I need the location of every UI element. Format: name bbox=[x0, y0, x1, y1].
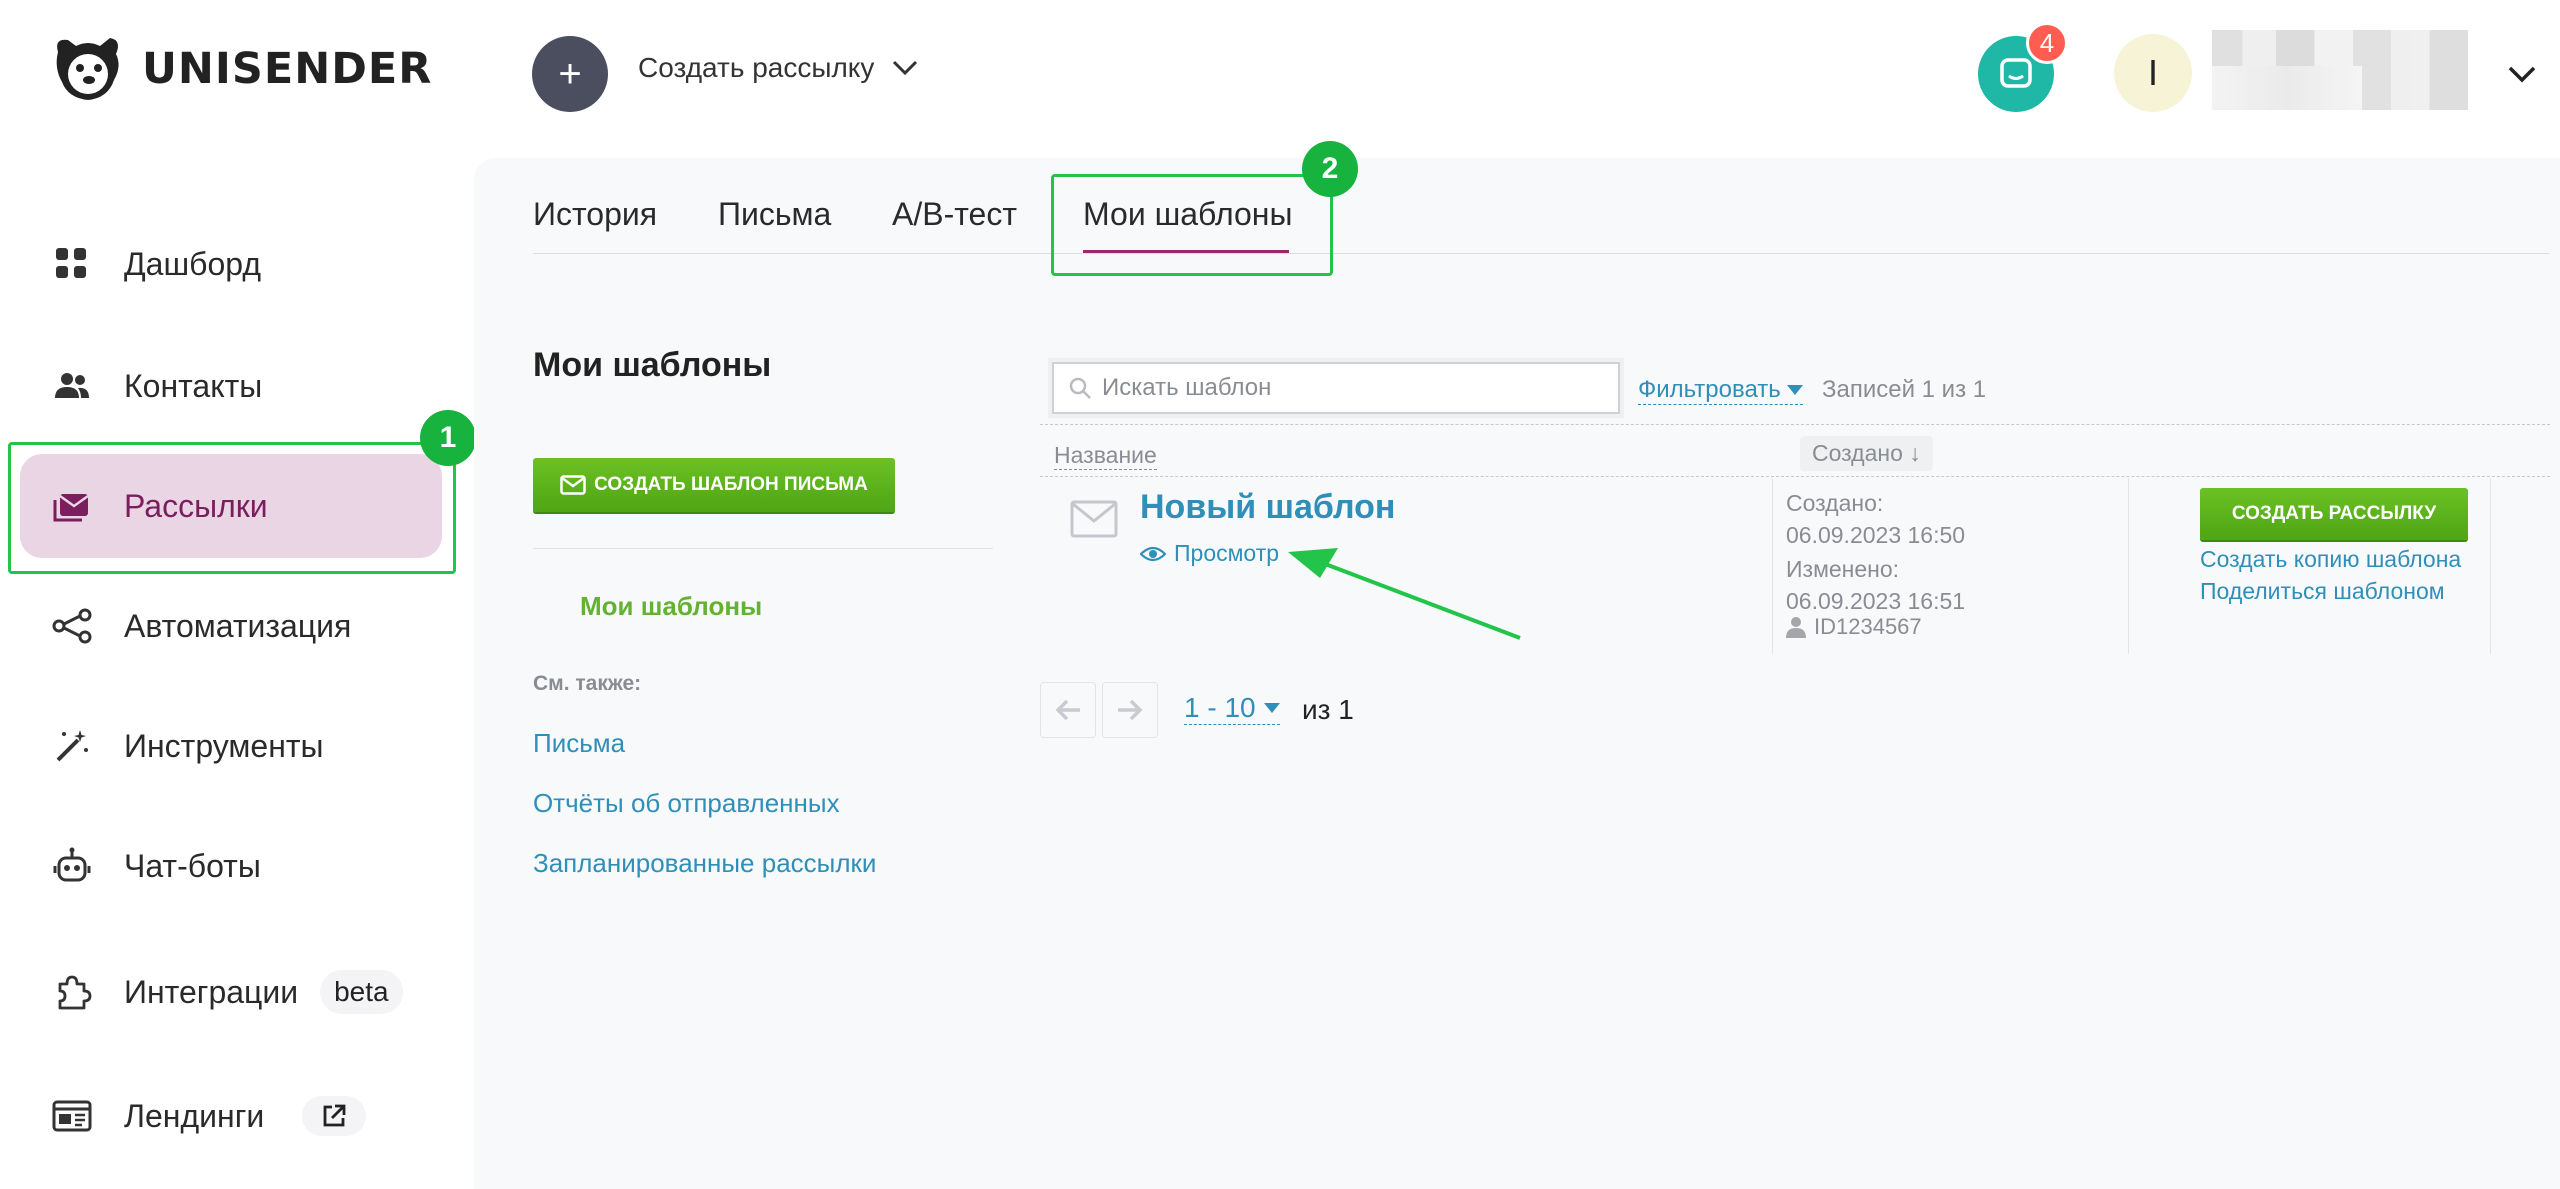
chat-icon bbox=[2000, 58, 2032, 88]
pager-prev-button[interactable] bbox=[1040, 682, 1096, 738]
sidebar-item-dashboard[interactable]: Дашборд bbox=[20, 212, 442, 316]
create-mailing-label: Создать рассылку bbox=[638, 52, 875, 83]
sidebar-item-contacts[interactable]: Контакты bbox=[20, 334, 442, 438]
table-top-line bbox=[1040, 424, 2550, 425]
tab-my-templates[interactable]: Мои шаблоны bbox=[1083, 196, 1292, 233]
preview-link[interactable]: Просмотр bbox=[1140, 540, 1279, 567]
left-divider bbox=[533, 548, 993, 549]
created-label: Создано: bbox=[1786, 490, 1884, 516]
caret-down-icon bbox=[1263, 703, 1280, 713]
table-header-line bbox=[1040, 476, 2550, 477]
notification-badge: 4 bbox=[2026, 22, 2068, 64]
dog-logo-icon bbox=[56, 38, 119, 100]
sidebar-item-chatbots[interactable]: Чат-боты bbox=[20, 814, 442, 918]
magic-wand-icon bbox=[56, 730, 88, 762]
template-envelope-icon bbox=[1070, 500, 1118, 538]
landing-icon bbox=[52, 1100, 92, 1132]
see-also-link-scheduled[interactable]: Запланированные рассылки bbox=[533, 848, 876, 879]
content-panel bbox=[474, 158, 2560, 1189]
column-header-created[interactable]: Создано ↓ bbox=[1800, 436, 1933, 471]
plus-icon: + bbox=[558, 51, 582, 96]
mailings-icon bbox=[53, 494, 89, 522]
page-size-dropdown[interactable]: 1 - 10 bbox=[1184, 692, 1280, 725]
row-separator bbox=[2128, 478, 2129, 654]
search-icon bbox=[1069, 377, 1091, 399]
preview-label: Просмотр bbox=[1174, 540, 1280, 566]
tab-letters[interactable]: Письма bbox=[718, 196, 831, 233]
sidebar-item-label: Автоматизация bbox=[124, 607, 352, 644]
sidebar-item-tools[interactable]: Инструменты bbox=[20, 694, 442, 798]
sidebar-item-label: Чат-боты bbox=[124, 847, 261, 884]
contacts-icon bbox=[55, 373, 89, 398]
search-input[interactable] bbox=[1102, 374, 1602, 402]
filter-label: Фильтровать bbox=[1638, 376, 1781, 403]
sidebar-item-automation[interactable]: Автоматизация bbox=[20, 574, 442, 678]
modified-label: Изменено: bbox=[1786, 556, 1900, 582]
sidebar-item-integrations[interactable]: Интеграции beta bbox=[20, 940, 442, 1044]
see-also-link-reports[interactable]: Отчёты об отправленных bbox=[533, 788, 840, 819]
user-icon bbox=[1786, 617, 1806, 638]
sidebar-item-landings[interactable]: Лендинги bbox=[20, 1064, 442, 1168]
automation-icon bbox=[52, 608, 92, 644]
tab-history[interactable]: История bbox=[533, 196, 657, 233]
sidebar-item-label: Контакты bbox=[124, 367, 263, 404]
create-template-label: СОЗДАТЬ ШАБЛОН ПИСЬМА bbox=[594, 474, 868, 495]
column-header-name[interactable]: Название bbox=[1054, 442, 1157, 470]
row-separator bbox=[2490, 478, 2491, 654]
active-tab-underline bbox=[1083, 250, 1289, 253]
filter-dropdown[interactable]: Фильтровать bbox=[1638, 376, 1803, 405]
row-separator bbox=[1772, 478, 1773, 654]
pager-next-button[interactable] bbox=[1102, 682, 1158, 738]
tabs-divider bbox=[533, 253, 2549, 254]
sidebar-item-label: Дашборд bbox=[124, 245, 261, 282]
puzzle-icon bbox=[58, 975, 92, 1010]
user-name-blurred bbox=[2212, 30, 2468, 110]
create-mailing-dropdown[interactable]: Создать рассылку bbox=[638, 52, 918, 84]
sidebar-item-mailings[interactable]: Рассылки bbox=[20, 454, 442, 558]
copy-template-link[interactable]: Создать копию шаблона bbox=[2200, 546, 2461, 573]
chevron-down-icon bbox=[893, 60, 918, 76]
create-plus-button[interactable]: + bbox=[532, 36, 608, 112]
annotation-number-1: 1 bbox=[420, 410, 476, 466]
see-also-heading: См. также: bbox=[533, 672, 642, 695]
search-box[interactable] bbox=[1052, 362, 1620, 414]
user-menu-chevron-icon[interactable] bbox=[2504, 56, 2540, 92]
records-count: Записей 1 из 1 bbox=[1822, 376, 1987, 403]
external-link-icon bbox=[323, 1104, 346, 1127]
annotation-number-2: 2 bbox=[1302, 141, 1358, 197]
sidebar-item-label: Лендинги bbox=[124, 1097, 265, 1134]
beta-badge: beta bbox=[320, 970, 403, 1014]
author-id-value: ID1234567 bbox=[1814, 614, 1922, 639]
caret-down-icon bbox=[1786, 385, 1803, 395]
user-avatar[interactable]: I bbox=[2114, 34, 2192, 112]
see-also-link-letters[interactable]: Письма bbox=[533, 728, 625, 759]
sidebar-item-label: Рассылки bbox=[124, 487, 268, 524]
share-template-link[interactable]: Поделиться шаблоном bbox=[2200, 578, 2445, 605]
page-range-label: 1 - 10 bbox=[1184, 692, 1256, 723]
created-at: 06.09.2023 16:50 bbox=[1786, 522, 1966, 548]
arrow-left-icon bbox=[1055, 699, 1080, 721]
envelope-icon bbox=[560, 475, 586, 495]
page-total: из 1 bbox=[1302, 694, 1354, 725]
sidebar-item-label: Интеграции bbox=[124, 973, 299, 1010]
create-template-button[interactable]: СОЗДАТЬ ШАБЛОН ПИСЬМА bbox=[533, 458, 895, 512]
template-name-link[interactable]: Новый шаблон bbox=[1140, 488, 1395, 527]
eye-icon bbox=[1140, 546, 1166, 561]
arrow-right-icon bbox=[1118, 699, 1143, 721]
brand-name: UNISENDER bbox=[142, 44, 433, 94]
sidebar-item-label: Инструменты bbox=[124, 727, 324, 764]
page-title: Мои шаблоны bbox=[533, 346, 772, 384]
dashboard-icon bbox=[56, 248, 86, 278]
my-templates-link[interactable]: Мои шаблоны bbox=[580, 591, 762, 622]
create-mailing-button[interactable]: СОЗДАТЬ РАССЫЛКУ bbox=[2200, 488, 2468, 540]
tab-ab-test[interactable]: A/B-тест bbox=[892, 196, 1017, 233]
modified-at: 06.09.2023 16:51 bbox=[1786, 588, 1966, 614]
robot-icon bbox=[53, 847, 91, 882]
brand-logo[interactable]: UNISENDER bbox=[48, 32, 432, 106]
author-id: ID1234567 bbox=[1786, 614, 1922, 640]
external-link-badge bbox=[302, 1096, 367, 1136]
